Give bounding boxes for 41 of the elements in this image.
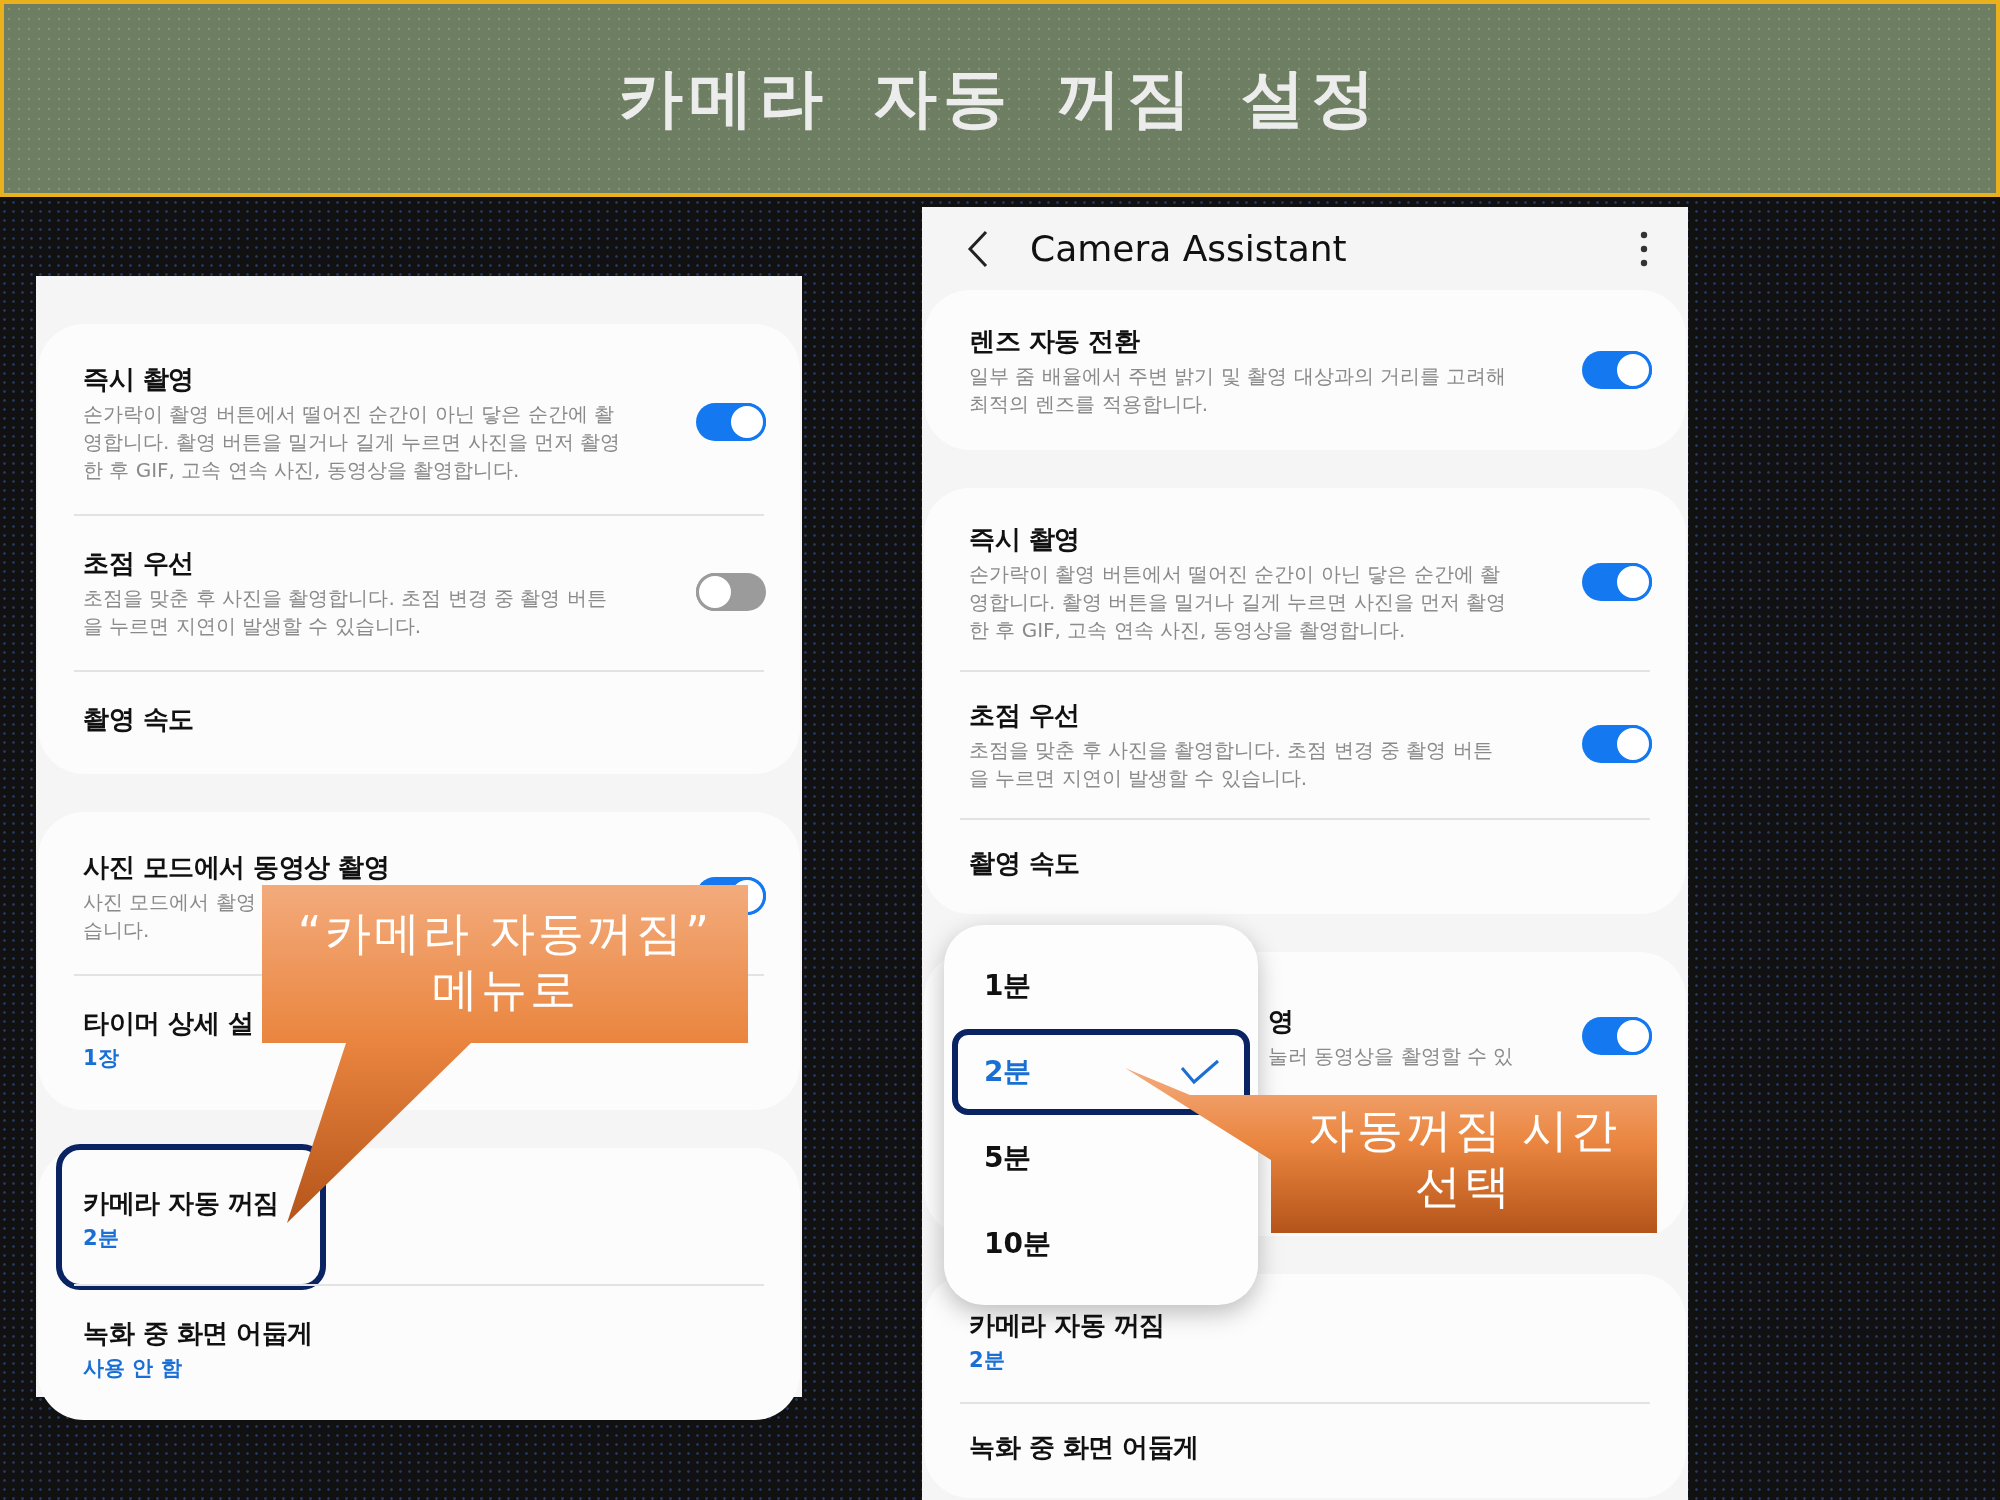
setting-title: 영	[1268, 1005, 1294, 1038]
setting-title: 초점 우선	[83, 547, 194, 580]
toggle-switch[interactable]	[696, 573, 766, 611]
setting-description: 손가락이 촬영 버튼에서 떨어진 순간이 아닌 닿은 순간에 촬 영합니다. 촬영 버튼을 밀거나 길게 누르면 사진을 먼저 촬영 한 후 GIF, 고속 연속 사진, 동영상을 촬영합니다.	[969, 561, 1507, 644]
setting-title: 사진 모드에서 동영상 촬영	[83, 851, 390, 884]
setting-description: 손가락이 촬영 버튼에서 떨어진 순간이 아닌 닿은 순간에 촬 영합니다. 촬영 버튼을 밀거나 길게 누르면 사진을 먼저 촬영 한 후 GIF, 고속 연속 사진, 동영상을 촬영합니다.	[83, 401, 621, 484]
setting-description: 초점을 맞춘 후 사진을 촬영합니다. 초점 변경 중 촬영 버튼 을 누르면 지연이 발생할 수 있습니다.	[969, 737, 1493, 792]
setting-title: 타이머 상세 설	[83, 1007, 254, 1040]
back-icon[interactable]	[966, 228, 990, 269]
setting-description: 일부 줌 배율에서 주변 밝기 및 촬영 대상과의 거리를 고려해 최적의 렌즈를 적용합니다.	[969, 363, 1507, 418]
setting-title: 녹화 중 화면 어둡게	[83, 1317, 313, 1350]
setting-title: 카메라 자동 꺼짐	[969, 1309, 1165, 1342]
menu-option[interactable]: 5분	[952, 1115, 1250, 1201]
setting-value: 2분	[969, 1347, 1005, 1374]
toggle-switch[interactable]	[1582, 563, 1652, 601]
slide-title: 카메라 자동 꺼짐 설정	[618, 60, 1382, 137]
toggle-switch[interactable]	[1582, 351, 1652, 389]
callout-text: “카메라 자동꺼짐” 메뉴로	[296, 905, 714, 1017]
more-options-icon[interactable]	[1640, 230, 1648, 267]
toggle-switch[interactable]	[1582, 1017, 1652, 1055]
setting-value: 2분	[83, 1225, 119, 1252]
toggle-switch[interactable]	[1582, 725, 1652, 763]
setting-title: 초점 우선	[969, 699, 1080, 732]
setting-title: 즉시 촬영	[83, 363, 194, 396]
toggle-switch[interactable]	[696, 403, 766, 441]
setting-description: 초점을 맞춘 후 사진을 촬영합니다. 초점 변경 중 촬영 버튼 을 누르면 지연이 발생할 수 있습니다.	[83, 585, 607, 640]
setting-value: 사용 안 함	[83, 1355, 182, 1382]
setting-title: 녹화 중 화면 어둡게	[969, 1431, 1199, 1464]
setting-value: 1장	[83, 1045, 119, 1072]
check-icon	[1180, 1059, 1220, 1085]
setting-title: 카메라 자동 꺼짐	[83, 1187, 279, 1220]
callout-text: 자동꺼짐 시간 선택	[1307, 1102, 1621, 1214]
screen-title: Camera Assistant	[1030, 228, 1348, 269]
setting-title: 즉시 촬영	[969, 523, 1080, 556]
menu-option[interactable]: 10분	[952, 1201, 1250, 1287]
menu-option[interactable]: 1분	[952, 943, 1250, 1029]
setting-description: 사진 모드에서 촬영 습니다.	[83, 889, 256, 944]
setting-title: 촬영 속도	[969, 847, 1080, 880]
setting-description: 눌러 동영상을 촬영할 수 있	[1268, 1043, 1514, 1070]
setting-title: 촬영 속도	[83, 703, 194, 736]
setting-title: 렌즈 자동 전환	[969, 325, 1140, 358]
